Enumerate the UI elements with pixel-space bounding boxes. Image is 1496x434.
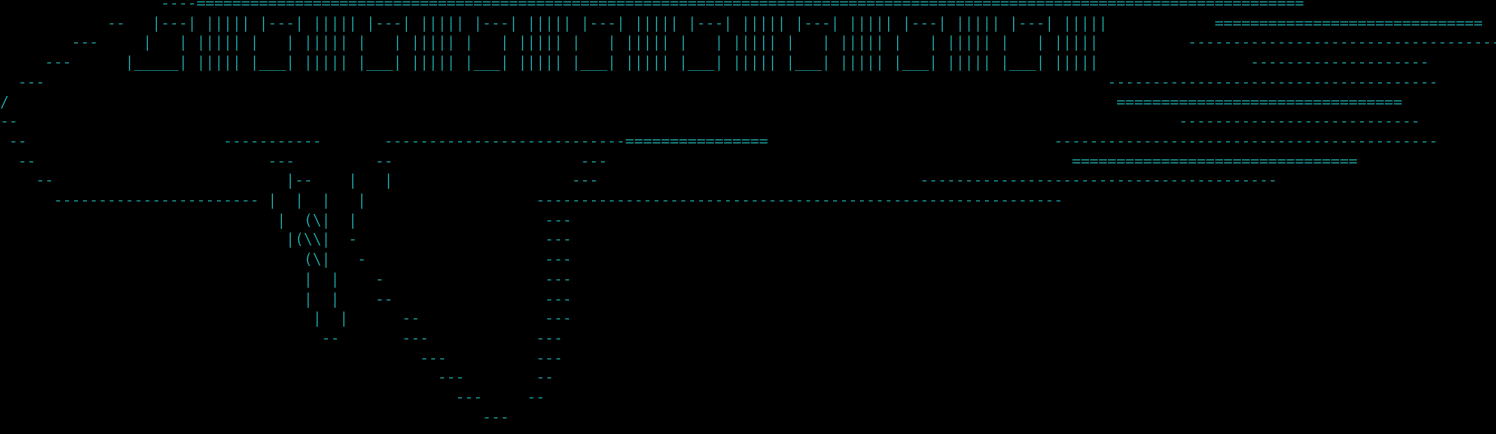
terminal-line: -- --- -- --- ==========================… <box>0 151 1358 170</box>
terminal-line: -- |-- | | --- -------------------------… <box>0 171 1278 190</box>
terminal-line: | | -- --- <box>0 309 572 328</box>
terminal-line: -- |---| ||||| |---| ||||| |---| ||||| |… <box>0 13 1483 32</box>
terminal-line: --- | | ||||| | | ||||| | | ||||| | | ||… <box>0 33 1496 52</box>
terminal-line: -- --- --- <box>0 328 563 347</box>
terminal-line: --- ------------------------------------… <box>0 72 1438 91</box>
terminal-line: | | -- --- <box>0 289 572 308</box>
terminal-line: --- -- <box>0 368 554 387</box>
terminal-line: (\| - --- <box>0 250 572 269</box>
terminal-line: -- --------------------------- <box>0 112 1420 131</box>
terminal-window[interactable]: ----====================================… <box>0 0 1496 434</box>
terminal-line: / ================================ <box>0 92 1403 111</box>
terminal-line: --- |_____| ||||| |___| ||||| |___| ||||… <box>0 53 1429 72</box>
terminal-line: --- <box>0 407 510 426</box>
ascii-art-output: ----====================================… <box>0 0 1496 427</box>
terminal-line: ----====================================… <box>0 0 1304 12</box>
terminal-line: --- -- <box>0 388 545 407</box>
terminal-line: | (\| | --- <box>0 210 572 229</box>
terminal-line: |(\\| - --- <box>0 230 572 249</box>
terminal-line: ----------------------- | | | | --------… <box>0 191 1063 210</box>
terminal-line: -- ----------- -------------------------… <box>0 131 1438 150</box>
terminal-line: --- --- <box>0 348 563 367</box>
terminal-line: | | - --- <box>0 269 572 288</box>
